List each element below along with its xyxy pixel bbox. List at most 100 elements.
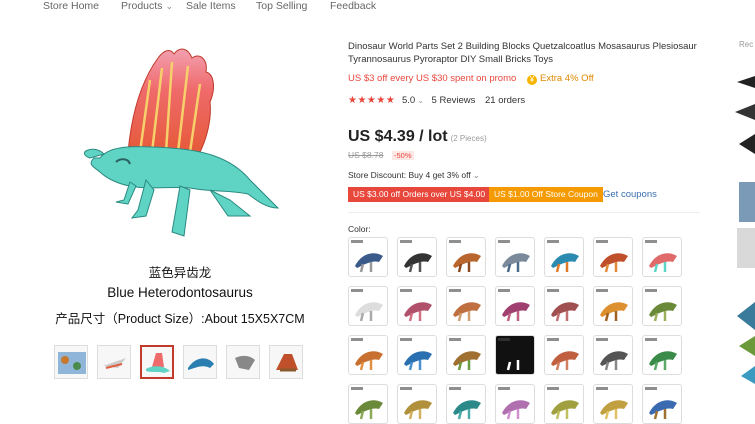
main-product-image[interactable] <box>80 40 290 255</box>
swatch-image <box>400 338 432 371</box>
swatch-image <box>449 338 481 371</box>
swatch-image <box>498 338 530 371</box>
color-swatch[interactable] <box>544 335 584 375</box>
swatch-image <box>498 289 530 322</box>
swatch-image <box>547 240 579 273</box>
swatch-image <box>351 240 383 273</box>
swatch-image <box>596 289 628 322</box>
swatch-image <box>645 289 677 322</box>
swatch-image <box>498 387 530 420</box>
recommended-item[interactable] <box>733 296 755 386</box>
store-discount[interactable]: Store Discount: Buy 4 get 3% off ⌄ <box>348 170 480 181</box>
swatch-image <box>449 240 481 273</box>
color-swatch[interactable] <box>495 335 535 375</box>
swatch-image <box>498 240 530 273</box>
chevron-down-icon: ⌄ <box>165 1 173 11</box>
thumbnail[interactable] <box>183 345 217 379</box>
color-swatch[interactable] <box>495 237 535 277</box>
swatch-image <box>645 240 677 273</box>
color-swatch[interactable] <box>593 384 633 424</box>
thumbnail[interactable] <box>226 345 260 379</box>
price-value: US $4.39 / lot <box>348 128 448 145</box>
dinosaur-image <box>83 48 280 237</box>
color-swatch[interactable] <box>544 384 584 424</box>
orders-count: 21 orders <box>485 95 526 106</box>
original-price: US $8.78 <box>348 150 384 160</box>
extra-discount: ¥ Extra 4% Off <box>527 73 594 85</box>
caption-chinese: 蓝色异齿龙 <box>148 266 212 280</box>
coin-icon: ¥ <box>527 75 537 85</box>
coupon-store[interactable]: US $1.00 Off Store Coupon <box>489 187 603 202</box>
recommended-item[interactable] <box>733 182 755 270</box>
swatch-image <box>645 387 677 420</box>
discount-badge: -50% <box>392 151 414 160</box>
thumbnail[interactable] <box>269 345 303 379</box>
swatch-image <box>596 240 628 273</box>
rating-value: 5.0 <box>401 95 416 106</box>
product-title: Dinosaur World Parts Set 2 Building Bloc… <box>348 41 697 65</box>
swatch-image <box>596 338 628 371</box>
price: US $4.39 / lot (2 Pieces) <box>348 128 487 146</box>
color-swatch[interactable] <box>348 335 388 375</box>
color-swatch[interactable] <box>593 237 633 277</box>
color-swatch[interactable] <box>446 286 486 326</box>
swatch-image <box>351 338 383 371</box>
caption-english: Blue Heterodontosaurus <box>107 285 253 300</box>
color-swatch[interactable] <box>642 335 682 375</box>
thumbnail[interactable] <box>54 345 88 379</box>
color-swatch[interactable] <box>397 237 437 277</box>
color-swatch[interactable] <box>348 384 388 424</box>
thumbnail-selected[interactable] <box>140 345 174 379</box>
nav-top-selling[interactable]: Top Selling <box>256 0 307 12</box>
swatch-image <box>400 240 432 273</box>
swatch-image <box>449 387 481 420</box>
color-swatch[interactable] <box>397 286 437 326</box>
color-swatch[interactable] <box>495 286 535 326</box>
pieces-count: (2 Pieces) <box>450 134 487 143</box>
swatch-image <box>547 387 579 420</box>
nav-store-home[interactable]: Store Home <box>43 0 99 12</box>
color-swatch[interactable] <box>446 237 486 277</box>
chevron-down-icon[interactable]: ⌄ <box>417 96 424 105</box>
color-swatch[interactable] <box>544 237 584 277</box>
divider <box>348 212 700 213</box>
color-swatch[interactable] <box>397 384 437 424</box>
color-swatch[interactable] <box>642 384 682 424</box>
color-swatch[interactable] <box>397 335 437 375</box>
swatch-image <box>547 289 579 322</box>
swatch-image <box>645 338 677 371</box>
thumbnail[interactable] <box>97 345 131 379</box>
swatch-image <box>400 387 432 420</box>
nav-sale-items[interactable]: Sale Items <box>186 0 236 12</box>
swatch-image <box>596 387 628 420</box>
get-coupons-link[interactable]: Get coupons <box>603 189 657 200</box>
extra-label: Extra 4% Off <box>540 73 594 84</box>
color-swatch[interactable] <box>544 286 584 326</box>
color-swatch[interactable] <box>348 237 388 277</box>
caption-size: 产品尺寸（Product Size）:About 15X5X7CM <box>55 312 305 326</box>
color-swatch[interactable] <box>446 335 486 375</box>
color-swatch[interactable] <box>593 286 633 326</box>
rating-row: ★★★★★ 5.0 ⌄ 5 Reviews 21 orders <box>348 95 525 106</box>
color-swatch[interactable] <box>593 335 633 375</box>
swatch-image <box>449 289 481 322</box>
color-swatch[interactable] <box>495 384 535 424</box>
color-swatch[interactable] <box>446 384 486 424</box>
nav-feedback[interactable]: Feedback <box>330 0 376 12</box>
nav-products[interactable]: Products ⌄ <box>121 0 173 12</box>
swatch-image <box>351 387 383 420</box>
color-swatch[interactable] <box>642 286 682 326</box>
store-discount-label: Store Discount: Buy 4 get 3% off <box>348 170 471 180</box>
swatch-image <box>400 289 432 322</box>
recommend-label: Rec <box>739 40 754 49</box>
swatch-image <box>351 289 383 322</box>
color-swatch[interactable] <box>642 237 682 277</box>
coupon-orders[interactable]: US $3.00 off Orders over US $4.00 <box>348 187 491 202</box>
chevron-down-icon: ⌄ <box>472 170 480 180</box>
nav-products-label: Products <box>121 0 163 12</box>
reviews-link[interactable]: 5 Reviews <box>432 95 476 106</box>
star-rating-icon: ★★★★★ <box>348 95 396 106</box>
recommended-item[interactable] <box>733 68 755 158</box>
color-swatch[interactable] <box>348 286 388 326</box>
color-label: Color: <box>348 224 371 234</box>
